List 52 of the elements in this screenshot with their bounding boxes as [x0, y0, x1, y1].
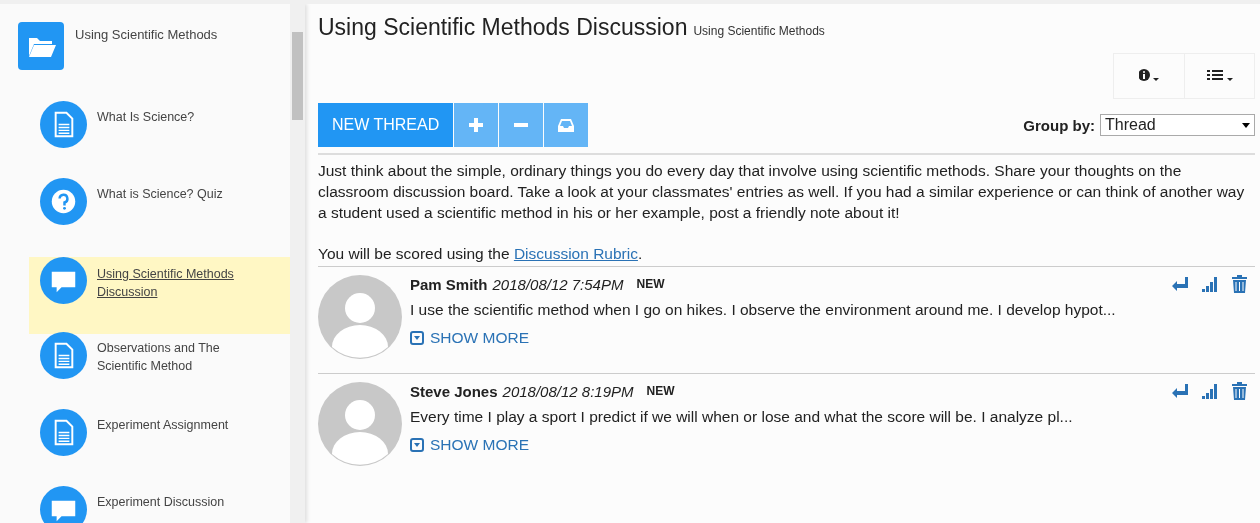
sidebar-item-label: Using Scientific Methods Discussion	[97, 266, 235, 301]
sidebar-item-label: Using Scientific Methods	[75, 26, 218, 44]
reply-icon[interactable]	[1172, 384, 1188, 398]
document-icon	[40, 101, 87, 148]
post-date: 2018/08/12 8:19PM	[502, 382, 634, 400]
page-title: Using Scientific Methods Discussion	[318, 14, 688, 41]
sidebar-item[interactable]: Using Scientific Methods Discussion	[29, 257, 290, 334]
list-icon	[1206, 69, 1233, 83]
document-icon	[40, 332, 87, 379]
reply-icon[interactable]	[1172, 277, 1188, 291]
speech-bubble-icon	[40, 257, 87, 304]
document-icon	[40, 409, 87, 456]
minus-icon	[514, 123, 529, 127]
scrollbar[interactable]	[290, 4, 305, 523]
sidebar-item-label: Experiment Discussion	[97, 494, 226, 511]
sidebar-item[interactable]: What is Science? Quiz	[29, 180, 290, 257]
trash-icon[interactable]	[1232, 382, 1247, 400]
plus-icon	[469, 118, 484, 132]
post-author: Pam Smith	[410, 275, 488, 293]
post-text: Every time I play a sport I predict if we will when or lose and what the score will be. I analyze pl...	[410, 408, 1074, 426]
page-subtitle: Using Scientific Methods	[693, 24, 825, 38]
signal-bars-icon[interactable]	[1202, 276, 1218, 292]
sidebar-item[interactable]: Observations and The Scientific Method	[29, 334, 290, 411]
description-text: Just think about the simple, ordinary things you do every day that involve using scientific methods. Share your thoughts on the classroom discussion board. Take a look at your classmates' entries as well. If you had a similar experience or can think of another way a student used a scientific method in his or her example, post a friendly note about it!	[318, 161, 1246, 223]
expand-icon	[410, 331, 424, 345]
sidebar-item-label: Experiment Assignment	[97, 417, 230, 434]
new-label: NEW	[646, 384, 675, 398]
info-icon	[1139, 69, 1159, 83]
rubric-link[interactable]: Discussion Rubric	[513, 245, 638, 262]
caret-icon	[1242, 122, 1250, 128]
sidebar-item-label: What is Science? Quiz	[97, 186, 224, 203]
question-icon	[40, 178, 87, 225]
post-date: 2018/08/12 7:54PM	[492, 275, 624, 293]
sidebar-item[interactable]: Using Scientific Methods	[0, 22, 290, 103]
show-more-link[interactable]: SHOW MORE	[410, 436, 530, 454]
trash-icon[interactable]	[1232, 275, 1247, 293]
scoring-text: You will be scored using the Discussion Rubric.	[318, 244, 644, 264]
new-label: NEW	[636, 277, 665, 291]
post-text: I use the scientific method when I go on hikes. I observe the environment around me. I develop hypot...	[410, 301, 1117, 319]
signal-bars-icon[interactable]	[1202, 383, 1218, 399]
sidebar-item[interactable]: Experiment Assignment	[29, 411, 290, 488]
post-author: Steve Jones	[410, 382, 498, 400]
group-by-select[interactable]: Thread	[1100, 114, 1255, 136]
folder-icon	[18, 22, 64, 70]
sidebar-item-label: What Is Science?	[97, 109, 196, 126]
sidebar-item[interactable]: What Is Science?	[29, 103, 290, 180]
group-by-label: Group by:	[1023, 116, 1095, 134]
sidebar-item[interactable]: Experiment Discussion	[29, 488, 290, 523]
sidebar-item-label: Observations and The Scientific Method	[97, 340, 221, 375]
inbox-icon	[558, 118, 575, 132]
expand-icon	[410, 438, 424, 452]
show-more-link[interactable]: SHOW MORE	[410, 329, 530, 347]
